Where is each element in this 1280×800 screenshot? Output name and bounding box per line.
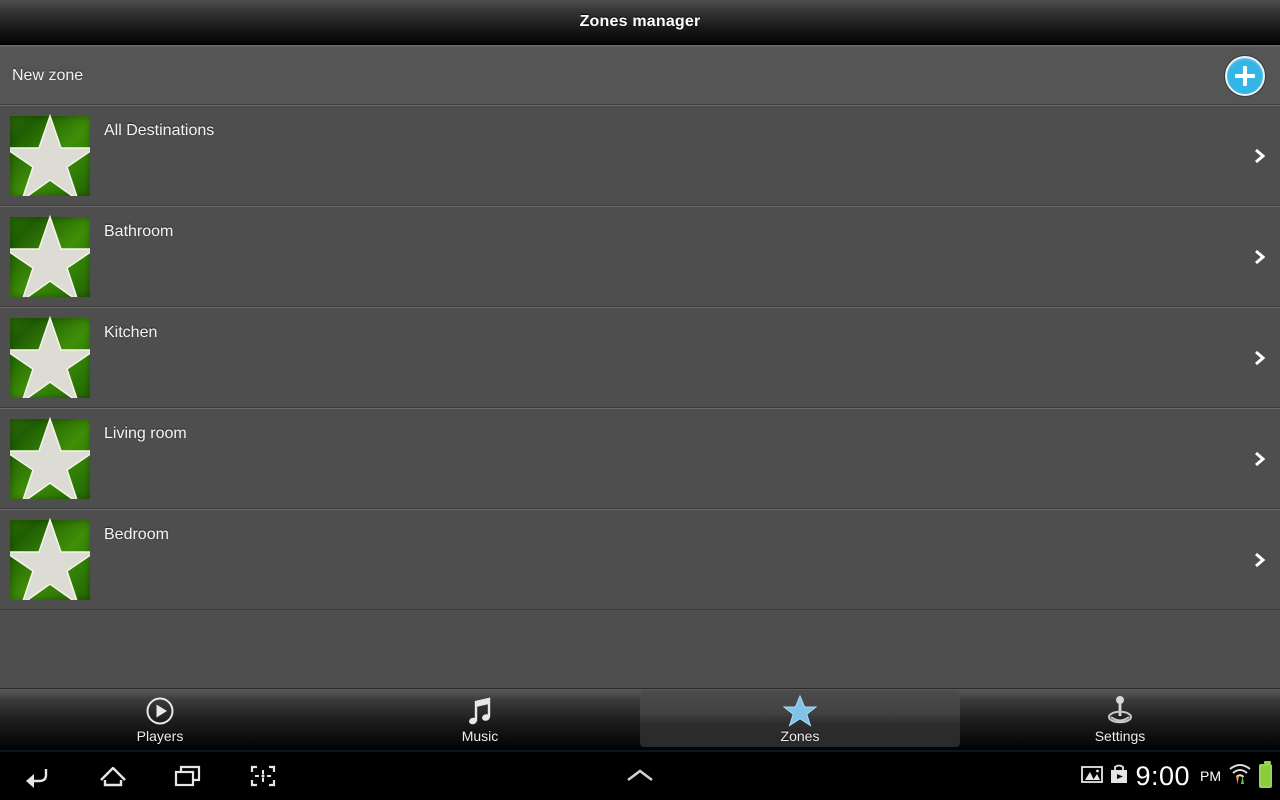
image-icon	[1081, 764, 1104, 789]
chevron-right-icon[interactable]	[1250, 447, 1270, 471]
green-star-icon	[10, 316, 90, 398]
tab-settings[interactable]: Settings	[960, 689, 1280, 753]
tab-bar: Players Music Zones Settings	[0, 688, 1280, 752]
green-star-icon	[10, 215, 90, 297]
green-star-icon	[10, 518, 90, 600]
plus-icon-vertical	[1243, 65, 1247, 86]
wifi-transfer-icon	[1227, 762, 1253, 791]
add-zone-button[interactable]	[1225, 55, 1265, 96]
chevron-right-icon[interactable]	[1250, 548, 1270, 572]
main-content: New zone All Destinations Bathroom Kitch…	[0, 47, 1280, 688]
chevron-right-icon[interactable]	[1250, 346, 1270, 370]
home-icon[interactable]	[75, 752, 150, 800]
zone-name: Bedroom	[104, 526, 169, 543]
new-zone-row[interactable]: New zone	[0, 47, 1280, 105]
green-star-icon	[10, 417, 90, 499]
recents-icon[interactable]	[150, 752, 225, 800]
table-row[interactable]: Living room	[0, 408, 1280, 509]
star-icon	[783, 694, 817, 728]
chevron-right-icon[interactable]	[1250, 245, 1270, 269]
zone-name: Kitchen	[104, 324, 158, 341]
zone-name: All Destinations	[104, 122, 215, 139]
table-row[interactable]: Kitchen	[0, 307, 1280, 408]
clock-time: 9:00	[1135, 760, 1190, 791]
zone-name: Living room	[104, 425, 187, 442]
tab-label: Settings	[1094, 728, 1146, 744]
play-circle-icon	[145, 694, 175, 728]
zone-list: All Destinations Bathroom Kitchen Living…	[0, 105, 1280, 610]
tab-zones[interactable]: Zones	[640, 689, 960, 747]
chevron-right-icon[interactable]	[1250, 144, 1270, 168]
zone-name: Bathroom	[104, 223, 174, 240]
green-star-icon	[10, 114, 90, 196]
joystick-icon	[1105, 694, 1135, 728]
system-navigation-bar: 9:00 PM	[0, 752, 1280, 800]
title-bar: Zones manager	[0, 0, 1280, 44]
battery-full-icon	[1259, 761, 1272, 788]
tab-label: Zones	[780, 728, 820, 744]
clock-ampm: PM	[1200, 768, 1221, 784]
nav-button-group	[0, 752, 300, 800]
status-icons: 9:00 PM	[1081, 752, 1272, 800]
chevron-up-icon[interactable]	[615, 752, 665, 800]
tab-players[interactable]: Players	[0, 689, 320, 753]
table-row[interactable]: Bedroom	[0, 509, 1280, 610]
app-root: Zones manager New zone All Destinations	[0, 0, 1280, 800]
tab-label: Players	[136, 728, 184, 744]
back-icon[interactable]	[0, 752, 75, 800]
shopping-bag-icon	[1109, 763, 1129, 790]
tab-music[interactable]: Music	[320, 689, 640, 753]
music-note-icon	[465, 694, 495, 728]
table-row[interactable]: Bathroom	[0, 206, 1280, 307]
table-row[interactable]: All Destinations	[0, 105, 1280, 206]
new-zone-label: New zone	[12, 66, 84, 84]
screenshot-icon[interactable]	[225, 752, 300, 800]
page-title: Zones manager	[579, 12, 701, 30]
tab-label: Music	[461, 728, 499, 744]
